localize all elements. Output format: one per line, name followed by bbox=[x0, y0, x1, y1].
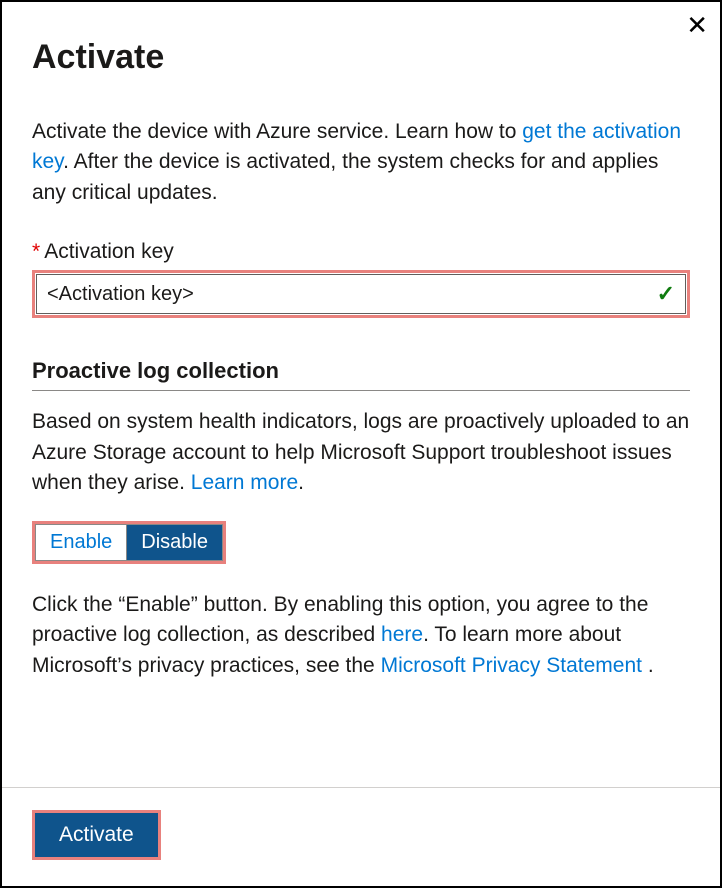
activation-key-highlight: ✓ bbox=[32, 270, 690, 318]
proactive-desc-part2: . bbox=[298, 471, 304, 494]
proactive-description: Based on system health indicators, logs … bbox=[32, 407, 690, 498]
required-marker: * bbox=[32, 240, 40, 263]
checkmark-icon: ✓ bbox=[657, 281, 675, 307]
activation-key-input-container: ✓ bbox=[36, 274, 686, 314]
here-link[interactable]: here bbox=[381, 623, 423, 646]
intro-part2: . After the device is activated, the sys… bbox=[32, 150, 658, 203]
activation-key-label: *Activation key bbox=[32, 240, 690, 264]
learn-more-link[interactable]: Learn more bbox=[191, 471, 298, 494]
proactive-log-section-header: Proactive log collection bbox=[32, 358, 690, 391]
toggle-highlight: Enable Disable bbox=[32, 521, 226, 564]
intro-part1: Activate the device with Azure service. … bbox=[32, 120, 522, 143]
close-icon[interactable]: ✕ bbox=[686, 12, 708, 38]
intro-text: Activate the device with Azure service. … bbox=[32, 117, 690, 208]
activate-button-highlight: Activate bbox=[32, 810, 161, 860]
disable-button[interactable]: Disable bbox=[127, 525, 222, 560]
proactive-desc-part1: Based on system health indicators, logs … bbox=[32, 410, 689, 494]
enable-button[interactable]: Enable bbox=[36, 525, 127, 560]
activate-panel: ✕ Activate Activate the device with Azur… bbox=[2, 2, 720, 886]
activate-button[interactable]: Activate bbox=[35, 813, 158, 857]
page-title: Activate bbox=[32, 38, 690, 77]
privacy-statement-link[interactable]: Microsoft Privacy Statement bbox=[381, 654, 642, 677]
footer: Activate bbox=[2, 787, 720, 886]
agreement-text: Click the “Enable” button. By enabling t… bbox=[32, 590, 690, 681]
agreement-part3: . bbox=[642, 654, 654, 677]
spacer bbox=[32, 703, 690, 787]
enable-disable-toggle: Enable Disable bbox=[35, 524, 223, 561]
activation-key-input[interactable] bbox=[47, 283, 657, 306]
field-label-text: Activation key bbox=[44, 240, 174, 263]
